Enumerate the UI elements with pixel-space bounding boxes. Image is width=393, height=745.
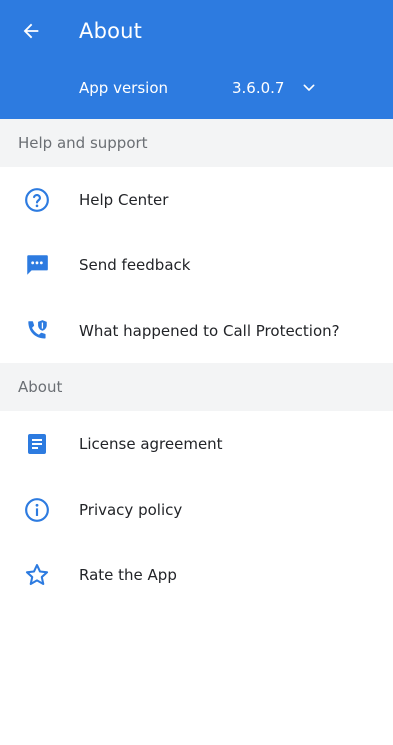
call-protection-icon [23, 317, 51, 345]
license-agreement-label: License agreement [79, 434, 223, 453]
section-header-help-support: Help and support [0, 119, 393, 167]
feedback-chat-icon [23, 251, 51, 279]
app-header: About App version 3.6.0.7 [0, 0, 393, 119]
page-title: About [79, 19, 143, 43]
privacy-policy-item[interactable]: Privacy policy [0, 477, 393, 542]
help-circle-icon [23, 186, 51, 214]
back-button[interactable] [15, 16, 47, 46]
info-icon [23, 496, 51, 524]
chevron-down-icon [303, 84, 315, 91]
star-icon [23, 561, 51, 589]
license-agreement-item[interactable]: License agreement [0, 411, 393, 476]
call-protection-item[interactable]: What happened to Call Protection? [0, 298, 393, 363]
rate-app-label: Rate the App [79, 565, 177, 584]
document-icon [23, 430, 51, 458]
rate-app-item[interactable]: Rate the App [0, 542, 393, 607]
send-feedback-item[interactable]: Send feedback [0, 232, 393, 297]
privacy-policy-label: Privacy policy [79, 500, 183, 519]
help-center-item[interactable]: Help Center [0, 167, 393, 232]
app-version-selector[interactable]: App version 3.6.0.7 [79, 74, 339, 102]
app-version-label: App version [79, 79, 169, 97]
help-center-label: Help Center [79, 190, 169, 209]
arrow-back-icon [23, 23, 39, 39]
section-header-about: About [0, 363, 393, 411]
send-feedback-label: Send feedback [79, 255, 191, 274]
call-protection-label: What happened to Call Protection? [79, 321, 340, 340]
app-version-value: 3.6.0.7 [232, 79, 285, 97]
